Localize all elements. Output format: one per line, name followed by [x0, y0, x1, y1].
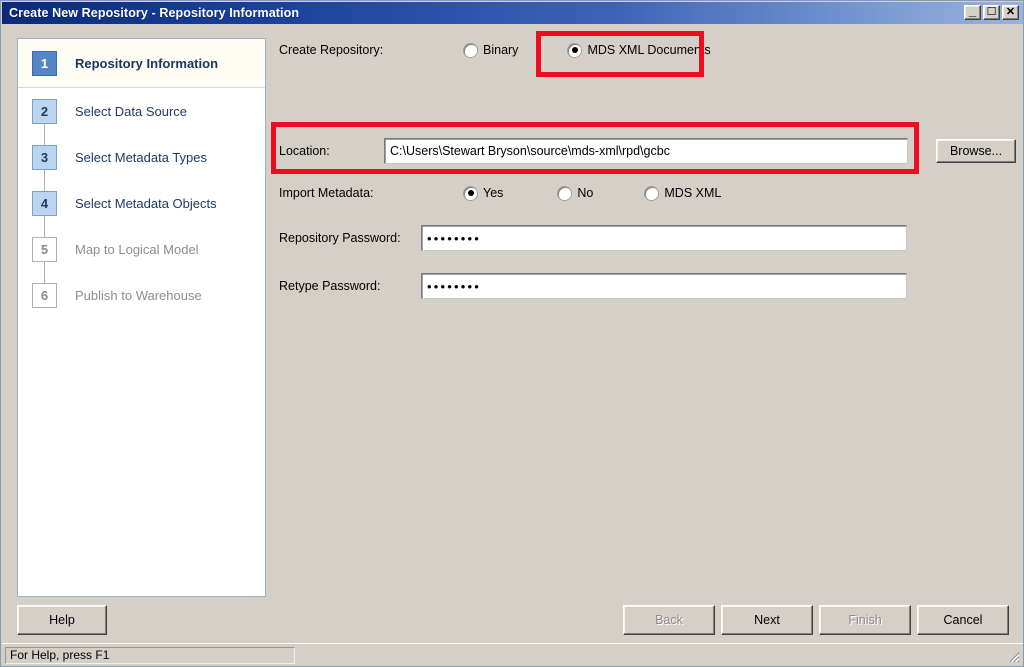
repository-information-form: Create Repository: Binary MDS XML Docume…: [279, 38, 1009, 597]
step-badge-4: 4: [32, 191, 57, 216]
radio-mds-xml-documents[interactable]: MDS XML Documents: [568, 43, 710, 57]
step-label-5: Map to Logical Model: [75, 242, 199, 257]
retype-password-label: Retype Password:: [279, 279, 421, 293]
maximize-icon: ☐: [984, 6, 999, 19]
radio-import-mds-xml-icon: [645, 187, 658, 200]
wizard-steps-panel: 1 Repository Information 2 Select Data S…: [17, 38, 266, 597]
radio-import-mds-xml-label: MDS XML: [664, 186, 721, 200]
finish-button: Finish: [819, 605, 911, 635]
location-label: Location:: [279, 144, 384, 158]
radio-mds-xml-documents-label: MDS XML Documents: [587, 43, 710, 57]
status-bar-text: For Help, press F1: [5, 647, 295, 664]
resize-grip-icon[interactable]: [1006, 649, 1020, 663]
step-label-4: Select Metadata Objects: [75, 196, 217, 211]
location-input[interactable]: C:\Users\Stewart Bryson\source\mds-xml\r…: [384, 138, 908, 164]
radio-binary[interactable]: Binary: [464, 43, 518, 57]
radio-import-yes-label: Yes: [483, 186, 503, 200]
sidebar-step-3[interactable]: 3 Select Metadata Types: [18, 134, 265, 180]
step-badge-1: 1: [32, 51, 57, 76]
sidebar-step-6: 6 Publish to Warehouse: [18, 272, 265, 318]
minimize-button[interactable]: _: [964, 5, 981, 20]
step-label-3: Select Metadata Types: [75, 150, 207, 165]
import-metadata-row: Import Metadata: Yes No MDS XML: [279, 186, 727, 200]
repository-password-label: Repository Password:: [279, 231, 421, 245]
radio-import-no[interactable]: No: [558, 186, 593, 200]
step-badge-6: 6: [32, 283, 57, 308]
sidebar-step-5: 5 Map to Logical Model: [18, 226, 265, 272]
browse-button[interactable]: Browse...: [936, 139, 1016, 163]
retype-password-input[interactable]: ••••••••: [421, 273, 907, 299]
sidebar-step-2[interactable]: 2 Select Data Source: [18, 88, 265, 134]
radio-mds-xml-documents-icon: [568, 44, 581, 57]
status-bar: For Help, press F1: [2, 643, 1023, 665]
sidebar-step-1[interactable]: 1 Repository Information: [18, 39, 265, 88]
back-button: Back: [623, 605, 715, 635]
sidebar-step-4[interactable]: 4 Select Metadata Objects: [18, 180, 265, 226]
create-new-repository-dialog: Create New Repository - Repository Infor…: [0, 0, 1024, 667]
radio-import-yes[interactable]: Yes: [464, 186, 503, 200]
create-repository-radio-group: Binary MDS XML Documents: [464, 43, 717, 57]
step-label-2: Select Data Source: [75, 104, 187, 119]
close-icon: ✕: [1003, 6, 1018, 19]
help-button[interactable]: Help: [17, 605, 107, 635]
step-badge-5: 5: [32, 237, 57, 262]
next-button[interactable]: Next: [721, 605, 813, 635]
create-repository-row: Create Repository: Binary MDS XML Docume…: [279, 43, 717, 57]
radio-import-no-label: No: [577, 186, 593, 200]
retype-password-row: Retype Password: ••••••••: [279, 273, 907, 299]
window-controls: _ ☐ ✕: [964, 5, 1019, 20]
window-title: Create New Repository - Repository Infor…: [2, 6, 299, 20]
step-badge-2: 2: [32, 99, 57, 124]
create-repository-label: Create Repository:: [279, 43, 464, 57]
step-label-6: Publish to Warehouse: [75, 288, 202, 303]
repository-password-row: Repository Password: ••••••••: [279, 225, 907, 251]
title-bar: Create New Repository - Repository Infor…: [2, 2, 1023, 24]
import-metadata-label: Import Metadata:: [279, 186, 464, 200]
cancel-button[interactable]: Cancel: [917, 605, 1009, 635]
radio-binary-icon: [464, 44, 477, 57]
location-row: Location: C:\Users\Stewart Bryson\source…: [279, 138, 1016, 164]
radio-import-no-icon: [558, 187, 571, 200]
radio-binary-label: Binary: [483, 43, 518, 57]
step-badge-3: 3: [32, 145, 57, 170]
import-metadata-radio-group: Yes No MDS XML: [464, 186, 727, 200]
repository-password-input[interactable]: ••••••••: [421, 225, 907, 251]
minimize-icon: _: [965, 6, 980, 19]
radio-import-yes-icon: [464, 187, 477, 200]
step-label-1: Repository Information: [75, 56, 218, 71]
close-button[interactable]: ✕: [1002, 5, 1019, 20]
radio-import-mds-xml[interactable]: MDS XML: [645, 186, 721, 200]
maximize-button[interactable]: ☐: [983, 5, 1000, 20]
